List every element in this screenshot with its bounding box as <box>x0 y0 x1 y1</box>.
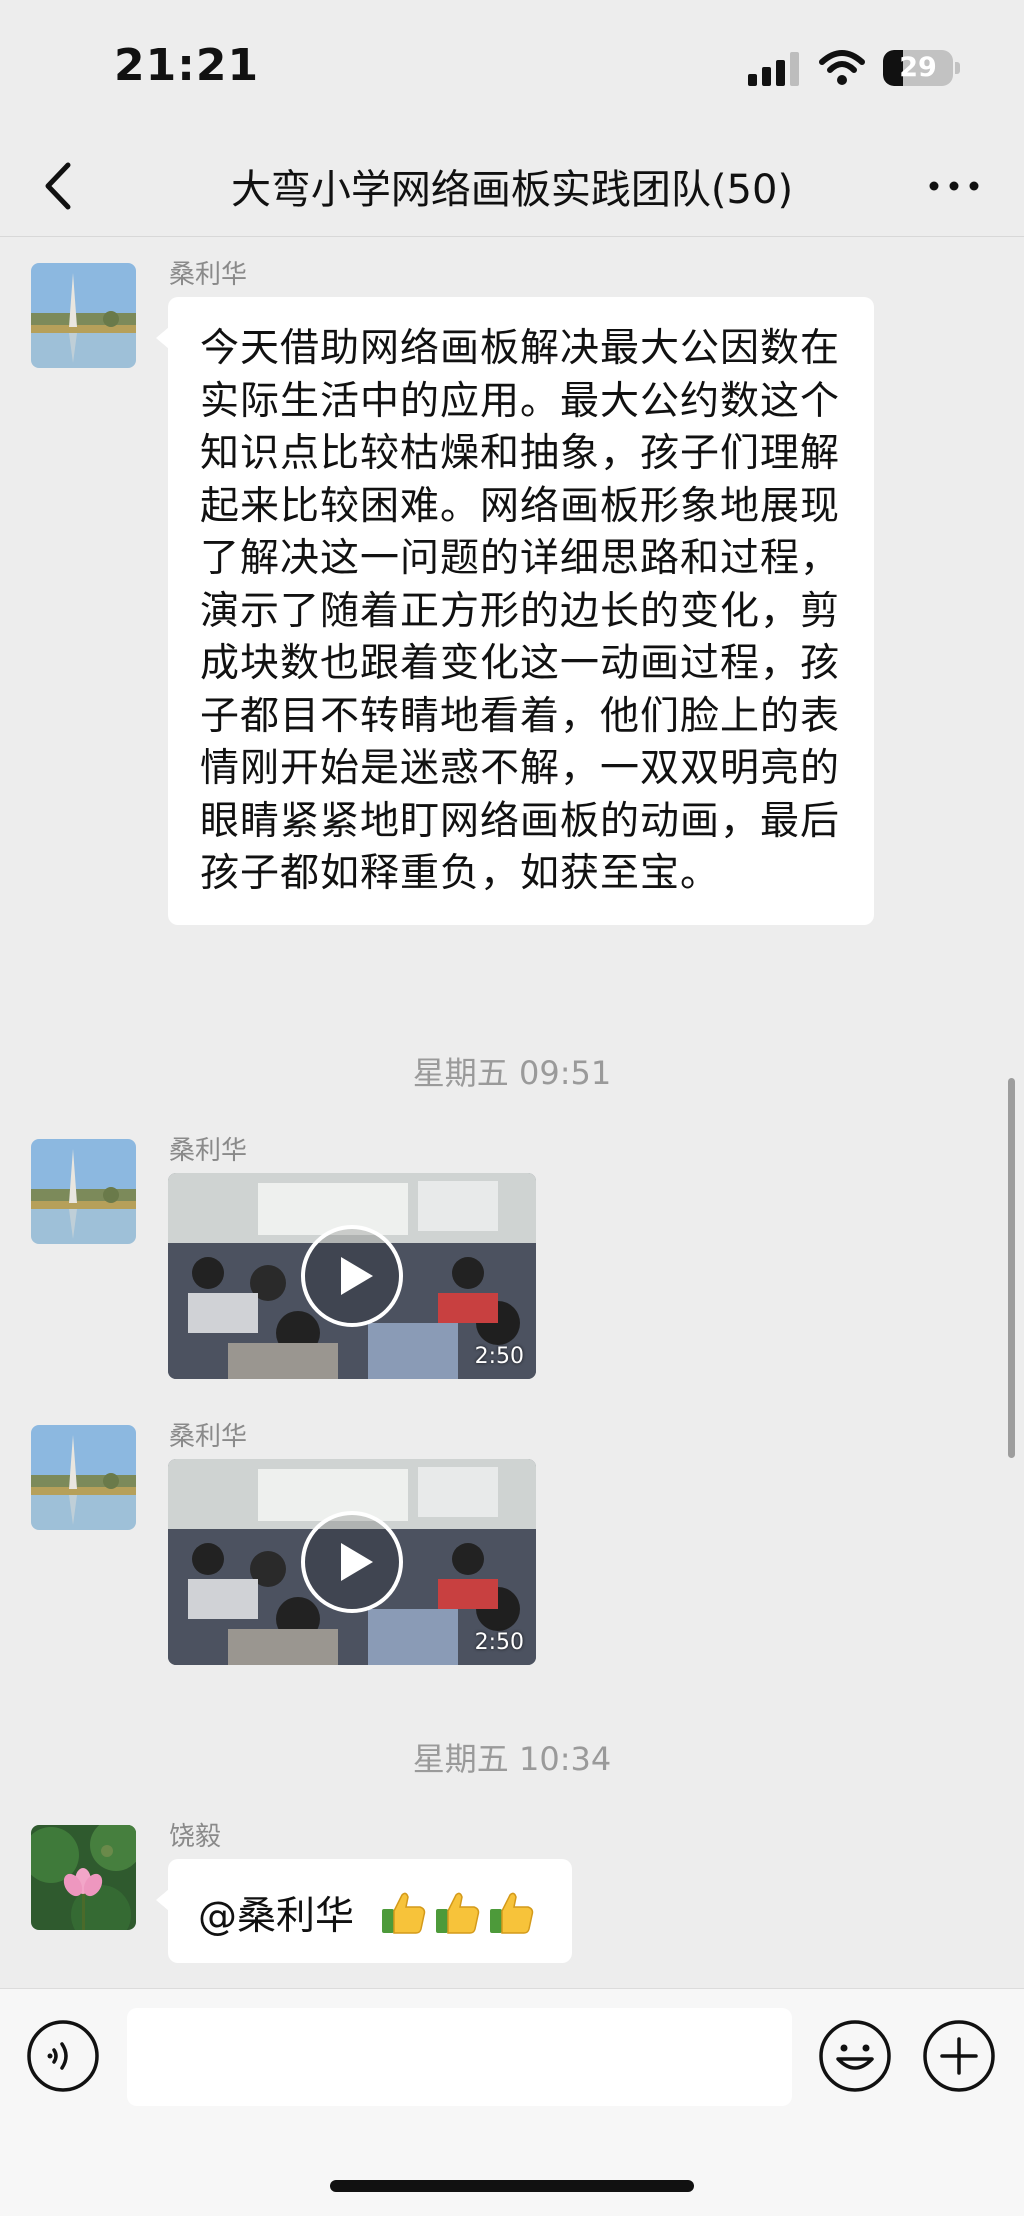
wifi-icon <box>819 50 865 85</box>
more-options-button[interactable] <box>924 159 984 213</box>
thumbs-up-icon <box>382 1892 534 1934</box>
timestamp: 星期五 10:34 <box>412 1740 612 1778</box>
play-icon[interactable] <box>299 1509 405 1615</box>
tower-lake-avatar-image <box>31 1425 136 1530</box>
avatar[interactable] <box>31 263 136 368</box>
home-indicator[interactable] <box>330 2180 694 2192</box>
emoji-icon[interactable] <box>818 2019 892 2093</box>
battery-level: 29 <box>899 52 937 83</box>
video-duration: 2:50 <box>474 1344 524 1369</box>
tower-lake-avatar-image <box>31 1139 136 1244</box>
sender-name: 饶毅 <box>169 1822 222 1852</box>
tower-lake-avatar-image <box>31 263 136 368</box>
sender-name: 桑利华 <box>169 1422 248 1452</box>
message-input[interactable] <box>127 2008 792 2106</box>
avatar[interactable] <box>31 1139 136 1244</box>
voice-icon[interactable] <box>26 2019 100 2093</box>
chat-scrollbar[interactable] <box>1008 1078 1015 1458</box>
chat-title: 大弯小学网络画板实践团队(50) <box>230 167 794 213</box>
status-time: 21:21 <box>114 40 260 91</box>
avatar[interactable] <box>31 1425 136 1530</box>
lotus-avatar-image <box>31 1825 136 1930</box>
video-message[interactable]: 2:50 <box>168 1173 536 1379</box>
message-bubble[interactable]: 今天借助网络画板解决最大公因数在实际生活中的应用。最大公约数这个知识点比较枯燥和… <box>156 297 874 925</box>
plus-icon[interactable] <box>922 2019 996 2093</box>
status-bar: 21:21 29 <box>0 0 1024 135</box>
play-icon[interactable] <box>299 1223 405 1329</box>
chat-header: 大弯小学网络画板实践团队(50) <box>0 135 1024 237</box>
message-bubble[interactable]: @桑利华 <box>156 1859 572 1963</box>
message-text: @桑利华 <box>198 1894 355 1939</box>
back-button[interactable] <box>36 159 82 213</box>
sender-name: 桑利华 <box>169 1136 248 1166</box>
video-duration: 2:50 <box>474 1630 524 1655</box>
cellular-signal-icon <box>748 52 799 86</box>
video-message[interactable]: 2:50 <box>168 1459 536 1665</box>
battery-icon: 29 <box>883 50 953 86</box>
message-text: 今天借助网络画板解决最大公因数在实际生活中的应用。最大公约数这个知识点比较枯燥和… <box>200 326 841 896</box>
sender-name: 桑利华 <box>169 260 248 290</box>
battery-tip <box>955 62 960 74</box>
timestamp: 星期五 09:51 <box>412 1054 612 1092</box>
avatar[interactable] <box>31 1825 136 1930</box>
